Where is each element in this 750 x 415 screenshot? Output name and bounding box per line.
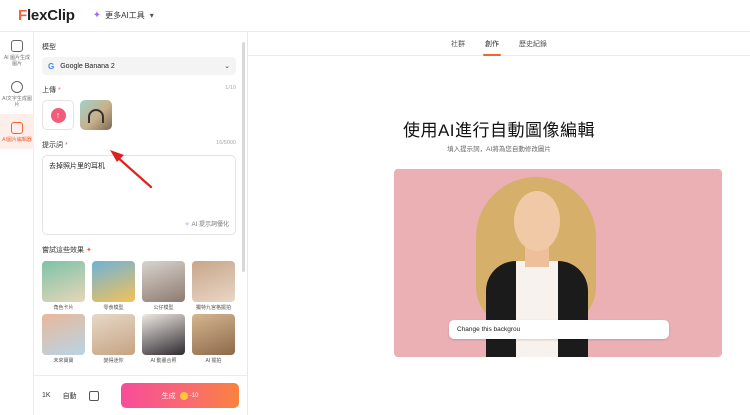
prompt-count: 16/5000 (216, 140, 236, 146)
prompt-text: 去掉照片里的耳机 (49, 163, 105, 170)
chevron-down-icon: ▾ (149, 11, 154, 20)
effect-caption: 獨特九宮格擺拍 (195, 305, 231, 311)
upload-label: 上傳 (42, 87, 56, 94)
generate-button[interactable]: 生成 -10 (121, 383, 239, 408)
effect-thumbnail (192, 261, 235, 302)
tab-bar: 社群 創作 歷史紀錄 (248, 32, 750, 56)
effect-caption: 零食模型 (103, 305, 124, 311)
google-icon: G (48, 61, 55, 71)
model-label: 模型 (42, 44, 56, 51)
model-section-label: 模型 (42, 42, 236, 52)
effect-thumbnail (92, 314, 135, 355)
effect-thumbnail (142, 261, 185, 302)
generate-bar: 1K 自動 生成 -10 (34, 375, 247, 415)
effect-caption: 變得迷你 (103, 358, 124, 364)
generate-label: 生成 (161, 392, 176, 400)
magic-wand-icon: ✧ (184, 222, 190, 228)
effect-card[interactable]: 公仔模型 (142, 261, 185, 311)
effect-card[interactable]: 獨特九宮格擺拍 (192, 261, 235, 311)
effect-card[interactable]: AI 動畫合照 (142, 314, 185, 364)
effect-card[interactable]: 未來寶寶 (42, 314, 85, 364)
edit-image-icon (11, 122, 23, 134)
effect-thumbnail (142, 314, 185, 355)
effect-caption: 角色卡片 (53, 305, 74, 311)
sparkle-icon: ✦ (92, 10, 102, 21)
tab-history[interactable]: 歷史紀錄 (519, 32, 547, 56)
effect-thumbnail (42, 314, 85, 355)
credit-coin-icon (179, 391, 188, 400)
rail-item-image-editor[interactable]: AI圖片編輯器 (0, 114, 34, 149)
upload-section-label: 上傳 * 1/10 (42, 85, 236, 95)
aspect-mode-select[interactable]: 自動 (63, 391, 77, 401)
tab-create[interactable]: 創作 (483, 32, 501, 56)
preview-figure-face (514, 191, 560, 251)
effect-thumbnail (192, 314, 235, 355)
aspect-ratio-icon[interactable] (88, 390, 99, 401)
prompt-optimize-label: AI 提示詞優化 (191, 222, 229, 228)
rail-item-text-to-image[interactable]: AI文字生成圖片 (0, 73, 34, 114)
text-image-icon (11, 81, 23, 93)
prompt-label: 提示詞 (42, 142, 63, 149)
upload-list: ↑ (42, 100, 236, 130)
prompt-section-label: 提示詞 * 16/5000 (42, 140, 236, 150)
resolution-select[interactable]: 1K (42, 392, 51, 399)
images-icon (11, 40, 23, 52)
preview-image: Change this backgrou (394, 169, 722, 357)
effects-label: 嘗試這些效果 (42, 247, 84, 254)
headphones-image (88, 109, 104, 123)
panel-scrollbar[interactable] (242, 42, 245, 272)
effect-card[interactable]: AI 擺拍 (192, 314, 235, 364)
preview-figure-shirt (516, 261, 558, 357)
upload-count: 1/10 (225, 85, 236, 91)
effect-thumbnail (92, 261, 135, 302)
effect-caption: AI 動畫合照 (150, 358, 177, 364)
effect-thumbnail (42, 261, 85, 302)
effects-grid: 角色卡片 零食模型 公仔模型 獨特九宮格擺拍 未來寶寶 變得迷你 AI 動畫合照… (42, 261, 236, 364)
rail-item-label: AI 圖片生成圖片 (3, 55, 31, 67)
effect-card[interactable]: 角色卡片 (42, 261, 85, 311)
model-value: Google Banana 2 (60, 62, 115, 70)
top-bar: FlexClip ✦ 更多AI工具 ▾ (0, 0, 750, 32)
upload-button[interactable]: ↑ (42, 100, 74, 130)
more-ai-tools-menu[interactable]: ✦ 更多AI工具 ▾ (93, 10, 154, 21)
rail-item-label: AI圖片編輯器 (2, 137, 32, 143)
tool-rail: AI 圖片生成圖片 AI文字生成圖片 AI圖片編輯器 (0, 32, 34, 415)
credit-cost: -10 (189, 392, 199, 399)
tab-community[interactable]: 社群 (451, 32, 465, 56)
effect-caption: 未來寶寶 (53, 358, 74, 364)
upload-arrow-icon: ↑ (50, 107, 66, 123)
page-title: 使用AI進行自動圖像編輯 (402, 121, 596, 140)
uploaded-image-thumbnail[interactable] (80, 100, 112, 130)
effects-section-label: 嘗試這些效果 ✦ (42, 245, 236, 255)
effect-caption: 公仔模型 (153, 305, 174, 311)
prompt-optimize-button[interactable]: ✧ AI 提示詞優化 (185, 219, 229, 228)
logo-text: lexClip (26, 7, 75, 24)
settings-panel: 模型 G Google Banana 2 ⌄ 上傳 * 1/10 ↑ 提示詞 *… (34, 32, 248, 415)
rail-item-label: AI文字生成圖片 (2, 96, 32, 108)
required-mark: * (64, 142, 68, 149)
effect-card[interactable]: 變得迷你 (92, 314, 135, 364)
page-subtitle: 填入提示詞，AI將為您自動修改圖片 (447, 146, 551, 153)
preview-prompt-field: Change this backgrou (449, 320, 669, 339)
flexclip-logo[interactable]: FlexClip (18, 7, 75, 24)
prompt-input[interactable]: 去掉照片里的耳机 ✧ AI 提示詞優化 (42, 155, 236, 235)
chevron-down-icon: ⌄ (224, 63, 230, 70)
effect-caption: AI 擺拍 (205, 358, 222, 364)
required-mark: * (57, 87, 61, 94)
sparkle-icon: ✦ (85, 247, 92, 254)
logo-mark: F (18, 7, 27, 24)
main-area: 社群 創作 歷史紀錄 使用AI進行自動圖像編輯 填入提示詞，AI將為您自動修改圖… (248, 32, 750, 415)
model-select[interactable]: G Google Banana 2 ⌄ (42, 57, 236, 75)
more-ai-tools-label: 更多AI工具 (105, 11, 145, 20)
effect-card[interactable]: 零食模型 (92, 261, 135, 311)
settings-scroll-area[interactable]: 模型 G Google Banana 2 ⌄ 上傳 * 1/10 ↑ 提示詞 *… (34, 32, 244, 375)
rail-item-image-to-image[interactable]: AI 圖片生成圖片 (0, 32, 34, 73)
